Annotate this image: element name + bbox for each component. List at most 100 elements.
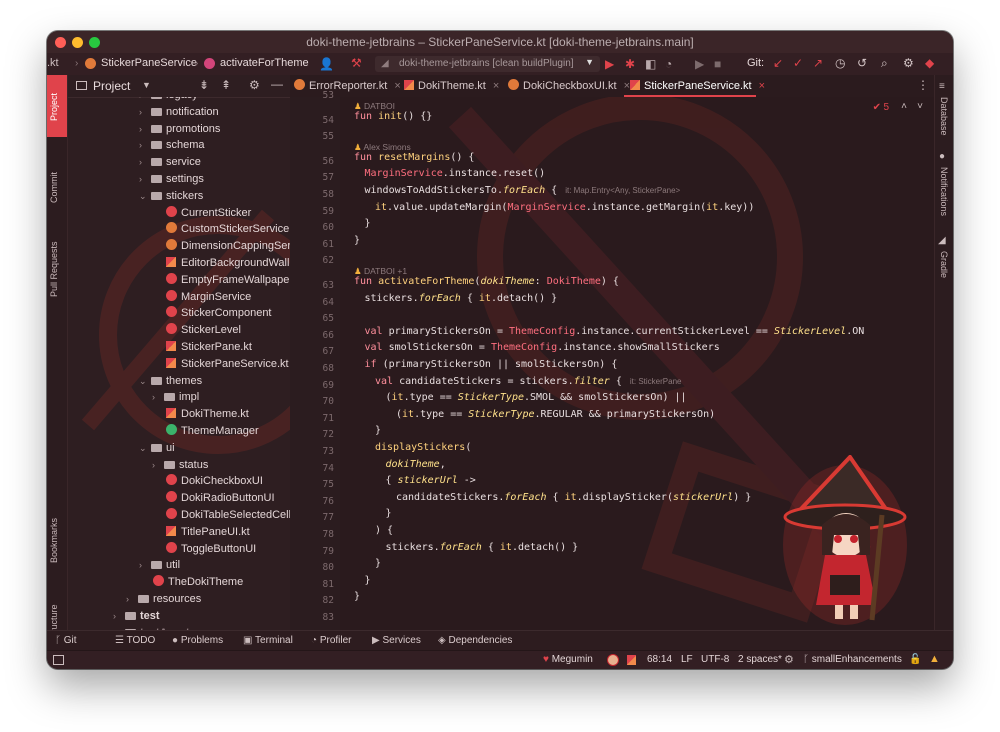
tree-item[interactable]: DokiRadioButtonUI: [166, 490, 275, 507]
bookmarks-tool-label[interactable]: Bookmarks: [49, 518, 59, 563]
avatar[interactable]: [607, 654, 619, 666]
chevron-right-icon[interactable]: ›: [139, 154, 151, 171]
close-icon[interactable]: ×: [493, 80, 499, 92]
history-icon[interactable]: ◷: [835, 57, 845, 69]
tree-item[interactable]: EditorBackgroundWallp: [166, 255, 290, 272]
run-config-select[interactable]: ◢ doki-theme-jetbrains [clean buildPlugi…: [375, 56, 600, 72]
inspection-count[interactable]: 5: [883, 102, 889, 113]
notifications-tool-label[interactable]: Notifications: [939, 167, 949, 216]
chevron-down-icon[interactable]: ⌄: [139, 373, 151, 390]
collapse-all-icon[interactable]: ⇞: [221, 78, 231, 92]
settings-icon[interactable]: ⚙: [784, 653, 794, 666]
hide-panel-icon[interactable]: —: [271, 77, 283, 91]
warning-icon[interactable]: ✔: [873, 102, 881, 113]
profile-icon[interactable]: ◔: [665, 58, 672, 70]
chevron-down-icon[interactable]: ⌄: [139, 440, 151, 457]
chevron-right-icon[interactable]: ›: [152, 457, 164, 474]
git-commit-icon[interactable]: ✓: [793, 57, 803, 69]
rerun-icon[interactable]: ▶: [695, 58, 704, 70]
tab-doki-theme[interactable]: DokiTheme.kt ×: [404, 75, 504, 97]
user-icon[interactable]: 👤: [319, 58, 334, 70]
tab-sticker-pane-service[interactable]: StickerPaneService.kt ×: [624, 75, 765, 97]
coverage-icon[interactable]: ◧: [645, 58, 656, 70]
tree-item[interactable]: › impl: [152, 389, 199, 406]
file-encoding[interactable]: UTF-8: [701, 654, 729, 665]
tree-item[interactable]: › service: [139, 154, 201, 171]
breadcrumb-method[interactable]: activateForTheme: [220, 57, 309, 69]
tree-item[interactable]: TitlePaneUI.kt: [166, 524, 250, 541]
tree-item[interactable]: CurrentSticker: [166, 205, 251, 222]
commit-tool-label[interactable]: Commit: [49, 172, 59, 203]
tree-item[interactable]: ThemeManager: [166, 423, 259, 440]
indent-setting[interactable]: 2 spaces*: [738, 654, 782, 665]
cursor-position[interactable]: 68:14: [647, 654, 672, 665]
tree-item[interactable]: › resources: [126, 591, 201, 608]
chevron-down-icon[interactable]: ⌄: [139, 188, 151, 205]
chevron-down-icon[interactable]: ▼: [142, 80, 151, 90]
tree-item[interactable]: MarginService: [166, 289, 251, 306]
chevron-right-icon[interactable]: ›: [152, 389, 164, 406]
project-title[interactable]: Project: [93, 79, 130, 93]
tool-problems[interactable]: ● Problems: [172, 635, 223, 646]
settings-gear-icon[interactable]: ⚙: [903, 57, 914, 69]
theme-status[interactable]: ♥ Megumin: [543, 654, 593, 665]
line-separator[interactable]: LF: [681, 654, 693, 665]
tree-item[interactable]: StickerComponent: [166, 305, 272, 322]
tool-terminal[interactable]: ▣ Terminal: [243, 635, 293, 646]
chevron-right-icon[interactable]: ›: [139, 171, 151, 188]
chevron-right-icon[interactable]: ›: [139, 121, 151, 138]
tree-item[interactable]: › util: [139, 557, 180, 574]
tree-item[interactable]: StickerLevel: [166, 322, 241, 339]
tree-item[interactable]: › schema: [139, 137, 205, 154]
tree-item[interactable]: ⌄ ui: [139, 440, 175, 457]
chevron-right-icon[interactable]: ›: [126, 591, 138, 608]
chevron-right-icon[interactable]: ›: [139, 557, 151, 574]
tree-item[interactable]: EmptyFrameWallpaper: [166, 272, 290, 289]
git-update-icon[interactable]: ↙: [773, 57, 783, 69]
search-icon[interactable]: ⌕: [881, 57, 888, 69]
tree-item[interactable]: DokiTheme.kt: [166, 406, 249, 423]
tree-item[interactable]: StickerPane.kt: [166, 339, 252, 356]
stop-icon[interactable]: ■: [714, 58, 721, 70]
expand-all-icon[interactable]: ⇟: [199, 78, 209, 92]
plugin-logo-icon[interactable]: ◆: [925, 57, 934, 69]
tree-item[interactable]: StickerPaneService.kt: [166, 356, 289, 373]
pull-requests-tool-label[interactable]: Pull Requests: [49, 241, 59, 297]
tree-item[interactable]: ⌄ themes: [139, 373, 202, 390]
tool-todo[interactable]: ☰ TODO: [115, 635, 155, 646]
vcs-branch[interactable]: ᚴ smallEnhancements: [803, 654, 902, 665]
breadcrumb-class[interactable]: StickerPaneService: [101, 57, 197, 69]
debug-icon[interactable]: ✱: [625, 58, 635, 70]
tree-item[interactable]: DimensionCappingServ: [166, 238, 290, 255]
tool-profiler[interactable]: ◔ Profiler: [311, 635, 352, 646]
gradle-tool-label[interactable]: Gradle: [939, 251, 949, 278]
git-push-icon[interactable]: ↗: [813, 57, 823, 69]
tree-item[interactable]: › settings: [139, 171, 204, 188]
tab-doki-checkbox-ui[interactable]: DokiCheckboxUI.kt ×: [508, 75, 630, 97]
tree-item[interactable]: CustomStickerService: [166, 221, 289, 238]
hammer-icon[interactable]: ⚒: [351, 57, 362, 69]
chevron-right-icon[interactable]: ›: [139, 137, 151, 154]
gear-icon[interactable]: ⚙: [249, 78, 260, 92]
database-tool-label[interactable]: Database: [939, 97, 949, 136]
tree-item[interactable]: ⌄ stickers: [139, 188, 203, 205]
more-tabs-icon[interactable]: ⋮: [917, 78, 929, 92]
breadcrumb-file[interactable]: .kt: [47, 57, 59, 69]
chevron-up-icon[interactable]: ˄: [901, 101, 907, 112]
chevron-right-icon[interactable]: ›: [139, 104, 151, 121]
tree-item[interactable]: TheDokiTheme: [153, 574, 243, 591]
tree-item[interactable]: › status: [152, 457, 208, 474]
panel-toggle-icon[interactable]: [53, 655, 64, 665]
chevron-down-icon[interactable]: ˅: [917, 101, 923, 112]
tool-git[interactable]: ᚴ Git: [55, 635, 77, 646]
run-icon[interactable]: ▶: [605, 58, 614, 70]
close-icon[interactable]: ×: [394, 80, 400, 92]
lock-icon[interactable]: 🔓: [909, 654, 921, 665]
tab-error-reporter[interactable]: ErrorReporter.kt ×: [294, 75, 412, 97]
project-tool-label[interactable]: Project: [49, 93, 59, 121]
close-icon[interactable]: ×: [759, 80, 765, 92]
tree-item[interactable]: › notification: [139, 104, 219, 121]
tree-item[interactable]: DokiCheckboxUI: [166, 473, 263, 490]
tool-dependencies[interactable]: ◈ Dependencies: [438, 635, 512, 646]
tool-services[interactable]: ▶ Services: [372, 635, 421, 646]
